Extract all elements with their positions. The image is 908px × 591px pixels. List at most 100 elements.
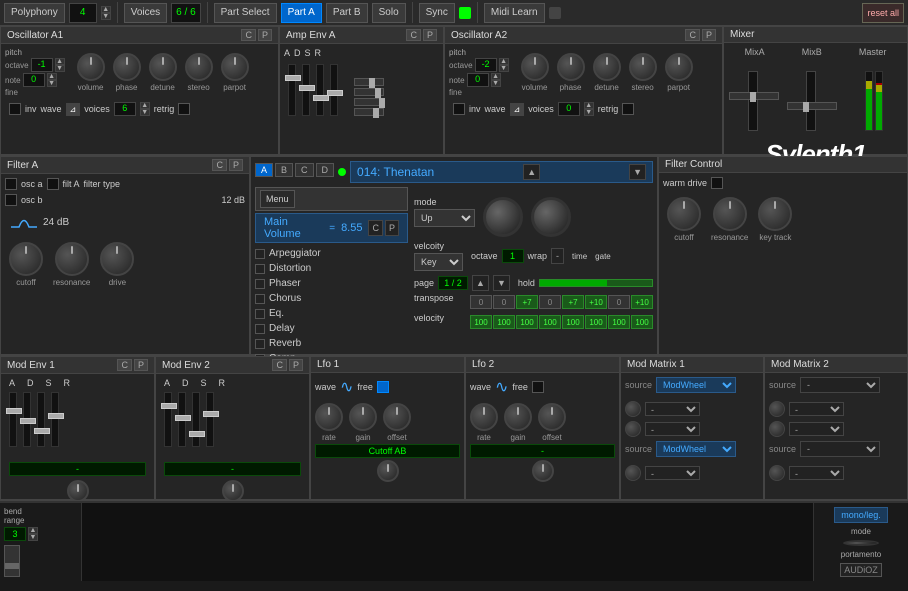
osc1-parpot-knob[interactable] [221, 53, 249, 81]
transpose-0[interactable]: 0 [470, 295, 492, 309]
osc1-inv-checkbox[interactable] [9, 103, 21, 115]
lfo2-free-checkbox[interactable] [532, 381, 544, 393]
amp-env-a-fader[interactable] [288, 64, 296, 116]
osc2-note-spinner[interactable]: ▲ ▼ [491, 73, 501, 87]
osc2-phase-knob[interactable] [557, 53, 585, 81]
osc1-retrig-checkbox[interactable] [178, 103, 190, 115]
mod-env2-amount-knob[interactable] [222, 480, 244, 502]
vel-2[interactable]: 100 [516, 315, 538, 329]
lfo1-dest-display[interactable]: Cutoff AB [315, 444, 460, 458]
mod-env2-s-fader[interactable] [192, 392, 200, 447]
amp-env-s-fader[interactable] [316, 64, 324, 116]
mod-matrix1-dest2-select[interactable]: - [645, 422, 700, 436]
mixer-mixb-fader[interactable] [806, 71, 816, 131]
lfo2-gain-knob[interactable] [504, 403, 532, 431]
filter-filt-a-checkbox[interactable] [47, 178, 59, 190]
osc2-note-value[interactable]: 0 [467, 73, 489, 87]
poly-down[interactable]: ▼ [101, 13, 111, 20]
vel-7[interactable]: 100 [631, 315, 653, 329]
mod-matrix2-source2-select[interactable]: - [800, 441, 880, 457]
transpose-2[interactable]: +7 [516, 295, 538, 309]
osc2-copy-btn[interactable]: C [685, 29, 700, 41]
arp-page-display[interactable]: 1 / 2 [438, 276, 468, 290]
sync-button[interactable]: Sync [419, 3, 455, 23]
arp-wrap-btn[interactable]: - [551, 248, 564, 264]
lfo2-dest-display[interactable]: - [470, 444, 615, 458]
transpose-4[interactable]: +7 [562, 295, 584, 309]
patch-header[interactable]: 014: Thenatan ▲ ▼ [350, 161, 653, 183]
arp-page-down[interactable]: ▼ [493, 275, 510, 291]
patch-scroll-up[interactable]: ▲ [523, 164, 540, 180]
mod-matrix1-knob3[interactable] [625, 465, 641, 481]
transpose-1[interactable]: 0 [493, 295, 515, 309]
amp-env-r-fader[interactable] [330, 64, 338, 116]
warm-drive-checkbox[interactable] [711, 177, 723, 189]
lfo2-offset-knob[interactable] [538, 403, 566, 431]
osc2-voices-spinner[interactable]: ▲ ▼ [584, 102, 594, 116]
arp-mode-select[interactable]: Up Down Random [414, 209, 475, 227]
vel-5[interactable]: 100 [585, 315, 607, 329]
osc1-wave-saw[interactable]: ⊿ [66, 103, 81, 116]
transpose-6[interactable]: 0 [608, 295, 630, 309]
lfo1-offset-knob[interactable] [383, 403, 411, 431]
poly-spinner[interactable]: ▲ ▼ [101, 6, 111, 20]
filter-osc-b-checkbox[interactable] [5, 194, 17, 206]
filter-cutoff-knob[interactable] [9, 242, 43, 276]
seq-tab-c[interactable]: C [295, 163, 314, 177]
amp-env-h-fader2[interactable] [354, 88, 384, 96]
osc1-note-value[interactable]: 0 [23, 73, 45, 87]
vel-6[interactable]: 100 [608, 315, 630, 329]
reset-all-button[interactable]: reset all [862, 3, 904, 23]
osc1-detune-knob[interactable] [149, 53, 177, 81]
osc1-paste-btn[interactable]: P [258, 29, 272, 41]
poly-up[interactable]: ▲ [101, 6, 111, 13]
vel-4[interactable]: 100 [562, 315, 584, 329]
vel-1[interactable]: 100 [493, 315, 515, 329]
osc2-octave-value[interactable]: -2 [475, 58, 497, 72]
portamento-knob[interactable] [843, 540, 879, 546]
mod-env2-d-fader[interactable] [178, 392, 186, 447]
osc2-inv-checkbox[interactable] [453, 103, 465, 115]
arp-knob1[interactable] [483, 197, 523, 237]
mod-env1-d-fader[interactable] [23, 392, 31, 447]
amp-env-h-fader4[interactable] [354, 108, 384, 116]
fctrl-keytrack-knob[interactable] [758, 197, 792, 231]
amp-env-h-fader1[interactable] [354, 78, 384, 86]
filter-drive-knob[interactable] [100, 242, 134, 276]
mod-env2-copy-btn[interactable]: C [272, 359, 287, 371]
fctrl-cutoff-knob[interactable] [667, 197, 701, 231]
mod-matrix1-source1-select[interactable]: ModWheel Velocity [656, 377, 736, 393]
osc2-stereo-knob[interactable] [629, 53, 657, 81]
param-display[interactable]: Main Volume = 8.55 C P [255, 213, 408, 243]
seq-tab-a[interactable]: A [255, 163, 273, 177]
seq-tab-b[interactable]: B [275, 163, 293, 177]
filter-resonance-knob[interactable] [55, 242, 89, 276]
mod-env2-r-fader[interactable] [206, 392, 214, 447]
hold-bar[interactable] [539, 279, 653, 287]
mixer-mixa-fader[interactable] [748, 71, 758, 131]
fx-dist-checkbox[interactable] [255, 264, 265, 274]
fx-reverb-checkbox[interactable] [255, 339, 265, 349]
mod-env1-s-fader[interactable] [37, 392, 45, 447]
lfo2-rate-knob[interactable] [470, 403, 498, 431]
arp-page-up[interactable]: ▲ [472, 275, 489, 291]
polyphony-button[interactable]: Polyphony [4, 3, 65, 23]
seq-tab-d[interactable]: D [316, 163, 335, 177]
transpose-5[interactable]: +10 [585, 295, 607, 309]
osc2-paste-btn[interactable]: P [702, 29, 716, 41]
amp-env-paste-btn[interactable]: P [423, 29, 437, 41]
transpose-7[interactable]: +10 [631, 295, 653, 309]
mod-matrix2-knob1[interactable] [769, 401, 785, 417]
bend-range-display[interactable]: 3 [4, 527, 26, 541]
osc1-stereo-knob[interactable] [185, 53, 213, 81]
osc2-volume-knob[interactable] [521, 53, 549, 81]
osc2-parpot-knob[interactable] [665, 53, 693, 81]
fx-phase-checkbox[interactable] [255, 279, 265, 289]
arp-velocity-select[interactable]: Key Fixed [414, 253, 463, 271]
mono-leg-button[interactable]: mono/leg. [834, 507, 888, 523]
mod-matrix1-source2-select[interactable]: ModWheel Velocity [656, 441, 736, 457]
menu-button[interactable]: Menu [260, 190, 295, 208]
mod-env2-dest[interactable]: - [164, 462, 301, 476]
osc1-volume-knob[interactable] [77, 53, 105, 81]
mod-matrix2-source1-select[interactable]: - [800, 377, 880, 393]
